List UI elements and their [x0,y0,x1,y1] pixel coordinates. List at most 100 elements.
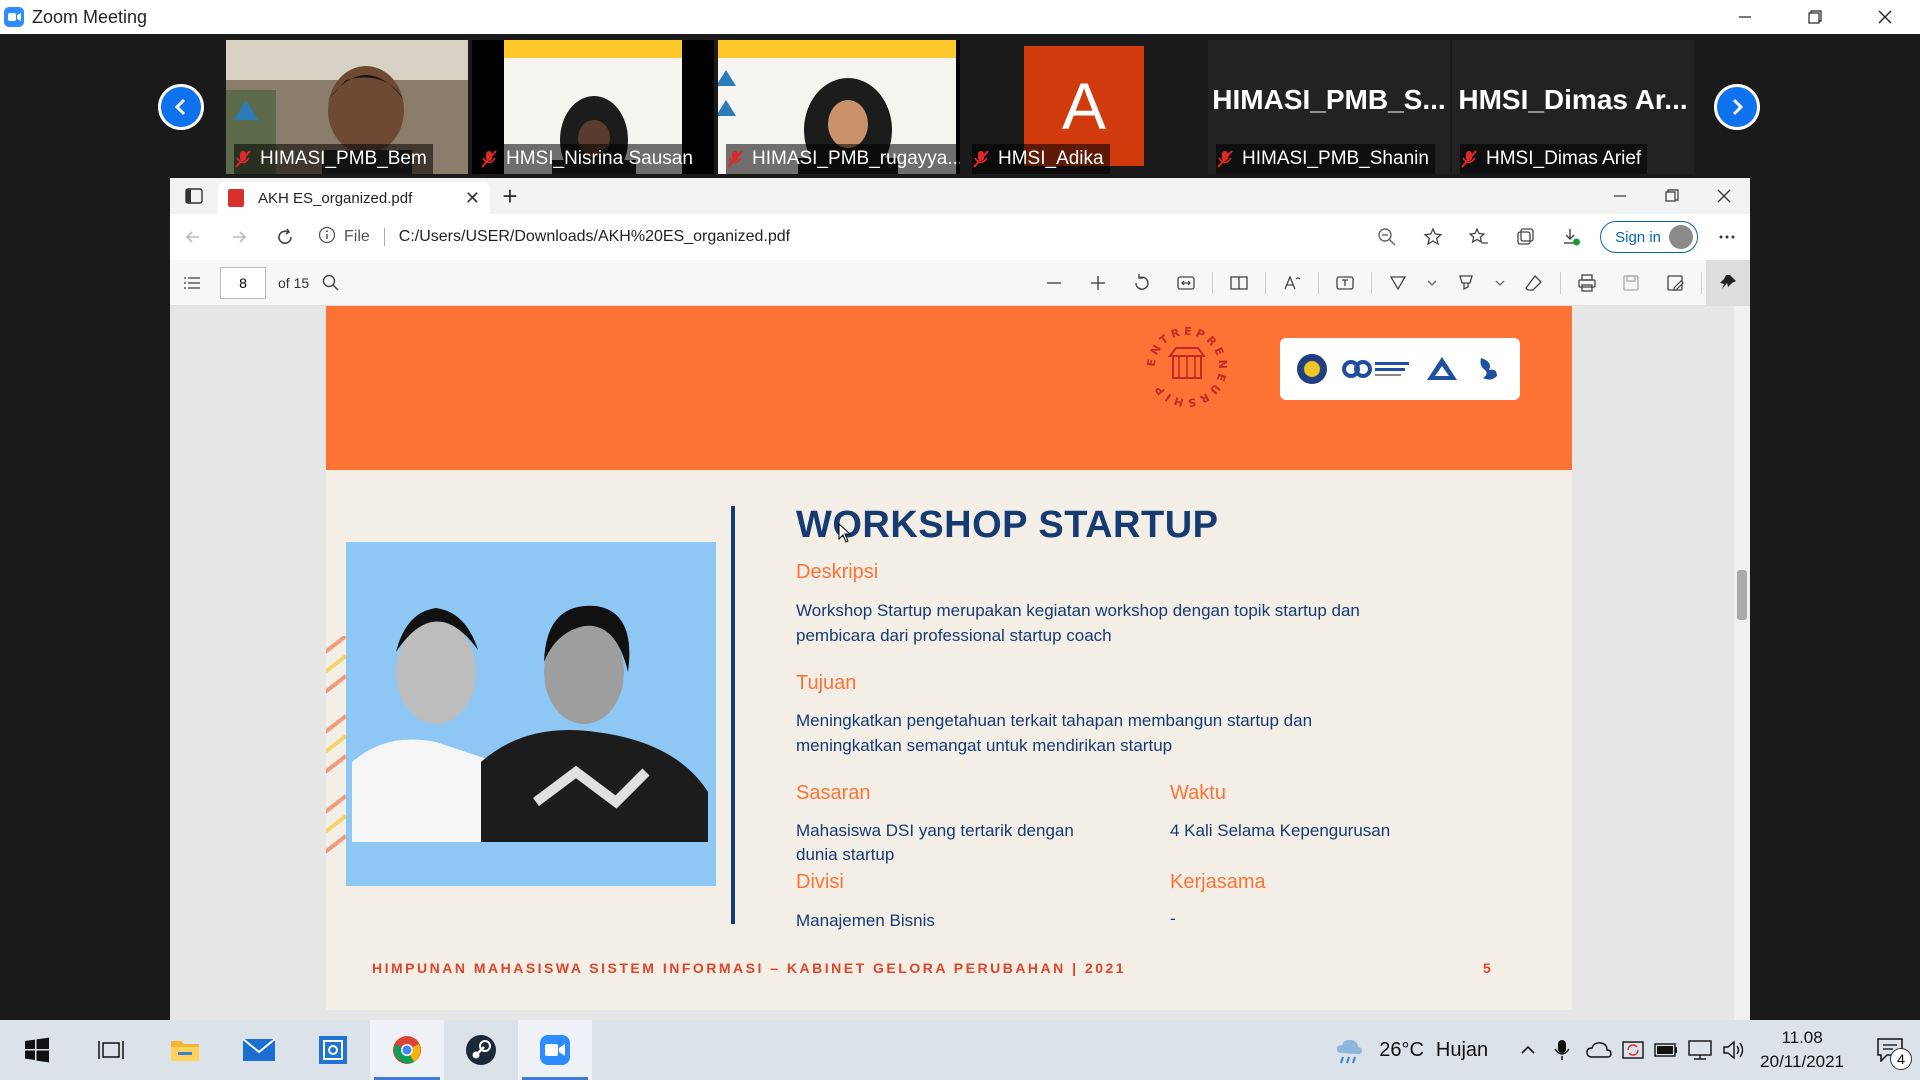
text-box-icon[interactable] [1323,260,1367,306]
entrepreneurship-logo: ENTREPRENEURSHIP [1146,326,1226,408]
chevron-down-icon[interactable] [1420,260,1444,306]
camera-app-button[interactable] [296,1020,370,1080]
sistem-informasi-logo [1342,360,1409,378]
toolbar-divider [1265,271,1266,294]
favorites-icon[interactable] [1456,214,1502,260]
file-explorer-button[interactable] [148,1020,222,1080]
pdf-page: ENTREPRENEURSHIP WORKSHOP STARTUP Deskri… [326,306,1572,1010]
zoom-app-icon [540,1035,570,1065]
fit-page-icon[interactable] [1164,260,1208,306]
highlight-icon[interactable] [1444,260,1488,306]
sync-icon[interactable] [1622,1039,1644,1061]
zoom-logo-icon [4,7,24,27]
start-button[interactable] [0,1020,74,1080]
browser-close-button[interactable] [1698,178,1750,214]
new-tab-button[interactable]: + [490,178,530,214]
rotate-icon[interactable] [1120,260,1164,306]
onedrive-icon[interactable] [1586,1041,1612,1059]
app-icon [319,1036,347,1064]
tujuan-text-line1: Meningkatkan pengetahuan terkait tahapan… [796,711,1313,730]
tab-pdf[interactable]: AKH ES_organized.pdf ✕ [218,182,490,214]
battery-icon[interactable] [1654,1042,1678,1058]
file-label: File [344,228,385,246]
previous-participants-button[interactable] [158,84,204,130]
volume-icon[interactable] [1722,1039,1746,1061]
refresh-button[interactable] [262,214,308,260]
muted-mic-icon [481,150,497,168]
pdf-viewport: ENTREPRENEURSHIP WORKSHOP STARTUP Deskri… [170,306,1750,1020]
zoom-in-button[interactable] [1076,260,1120,306]
collections-icon[interactable] [1502,214,1548,260]
page-title: WORKSHOP STARTUP [796,504,1219,546]
save-as-icon[interactable] [1653,260,1697,306]
search-icon[interactable] [309,260,353,306]
more-options-icon[interactable] [1704,214,1750,260]
close-button[interactable] [1850,0,1920,34]
scrollbar-thumb[interactable] [1737,570,1747,620]
tab-actions-icon[interactable] [170,178,218,214]
minimize-button[interactable] [1710,0,1780,34]
pin-toolbar-icon[interactable] [1706,259,1750,306]
pdf-toolbar: 8 of 15 [170,259,1750,306]
page-number-input[interactable]: 8 [220,266,266,299]
windows-logo-icon [25,1037,49,1063]
weather-condition[interactable]: Hujan [1436,1039,1488,1062]
next-participants-button[interactable] [1714,84,1760,130]
zoom-out-button[interactable] [1032,260,1076,306]
chevron-up-icon[interactable] [1518,1040,1538,1060]
read-aloud-icon[interactable] [1270,260,1314,306]
notification-count-badge: 4 [1890,1048,1912,1070]
add-favorite-icon[interactable] [1410,214,1456,260]
browser-restore-button[interactable] [1646,178,1698,214]
save-icon[interactable] [1609,260,1653,306]
participant-tile[interactable]: HIMASI_PMB_S... HIMASI_PMB_Shanin [1208,40,1450,174]
participant-tile[interactable]: HIMASI_PMB_rugayya... [718,40,960,174]
participant-tile[interactable]: HMSI_Nisrina Sausan [472,40,714,174]
vertical-scrollbar[interactable] [1734,306,1750,1020]
chevron-down-icon[interactable] [1488,260,1512,306]
eraser-icon[interactable] [1512,260,1556,306]
restore-button[interactable] [1780,0,1850,34]
mail-button[interactable] [222,1020,296,1080]
folder-icon [171,1041,199,1061]
participant-name: HMSI_Nisrina Sausan [480,144,699,174]
participant-tile[interactable]: HIMASI_PMB_Bem [226,40,468,174]
notifications-button[interactable]: 4 [1860,1020,1920,1080]
deskripsi-text-line2: pembicara dari professional startup coac… [796,626,1112,645]
participant-tile[interactable]: A HMSI_Adika [964,40,1206,174]
draw-icon[interactable] [1376,260,1420,306]
task-view-button[interactable] [74,1020,148,1080]
decorative-stripes [326,636,346,854]
mail-icon [242,1038,276,1061]
clock[interactable]: 11.08 20/11/2021 [1760,1026,1844,1074]
downloads-icon[interactable] [1548,214,1594,260]
page-view-icon[interactable] [1217,260,1261,306]
steam-button[interactable] [444,1020,518,1080]
network-icon[interactable] [1688,1040,1712,1060]
page-number: 5 [1483,960,1491,976]
close-tab-icon[interactable]: ✕ [465,188,480,209]
sign-in-button[interactable]: Sign in [1600,221,1698,253]
weather-temperature[interactable]: 26°C [1379,1039,1424,1062]
forward-button[interactable] [216,214,262,260]
url-field[interactable]: File C:/Users/USER/Downloads/AKH%20ES_or… [308,220,1364,254]
participant-tile[interactable]: HMSI_Dimas Ar... HMSI_Dimas Arief [1452,40,1694,174]
clock-time: 11.08 [1781,1028,1823,1047]
divisi-text: Manajemen Bisnis [796,911,935,930]
microphone-icon[interactable] [1554,1039,1570,1061]
weather-icon[interactable] [1333,1035,1365,1065]
print-icon[interactable] [1565,260,1609,306]
participant-name: HMSI_Dimas Arief [1460,144,1648,174]
muted-mic-icon [235,150,251,168]
chrome-button[interactable] [370,1020,444,1080]
muted-mic-icon [973,150,989,168]
browser-minimize-button[interactable] [1594,178,1646,214]
zoom-button[interactable] [518,1020,592,1080]
phoenix-logo [1480,358,1497,380]
table-of-contents-icon[interactable] [170,260,214,306]
info-icon[interactable] [318,226,336,249]
speakers-photo [346,542,716,886]
back-button[interactable] [170,214,216,260]
zoom-out-icon[interactable] [1364,214,1410,260]
divisi-label: Divisi [796,871,844,893]
